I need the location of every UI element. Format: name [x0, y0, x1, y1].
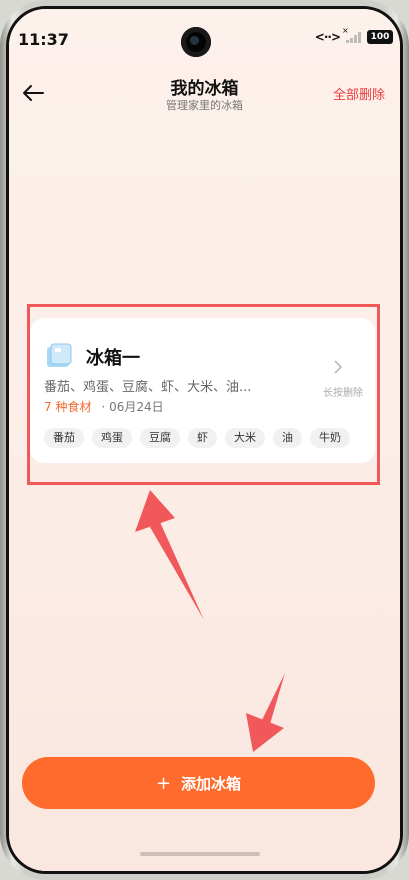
- status-bar: 11:37 <··> × 100: [0, 26, 409, 57]
- home-indicator[interactable]: [140, 852, 260, 856]
- annotation-highlight-box: [27, 304, 380, 485]
- add-fridge-button[interactable]: + 添加冰箱: [22, 757, 375, 809]
- status-icons: <··> × 100: [314, 26, 393, 44]
- battery-icon: 100: [367, 30, 393, 44]
- link-icon: <··>: [314, 30, 341, 44]
- delete-all-button[interactable]: 全部删除: [333, 84, 385, 103]
- status-time: 11:37: [18, 30, 69, 49]
- camera-cutout: [181, 27, 211, 57]
- plus-icon: +: [155, 772, 172, 794]
- add-fridge-label: 添加冰箱: [181, 774, 242, 793]
- signal-icon: ×: [342, 26, 361, 43]
